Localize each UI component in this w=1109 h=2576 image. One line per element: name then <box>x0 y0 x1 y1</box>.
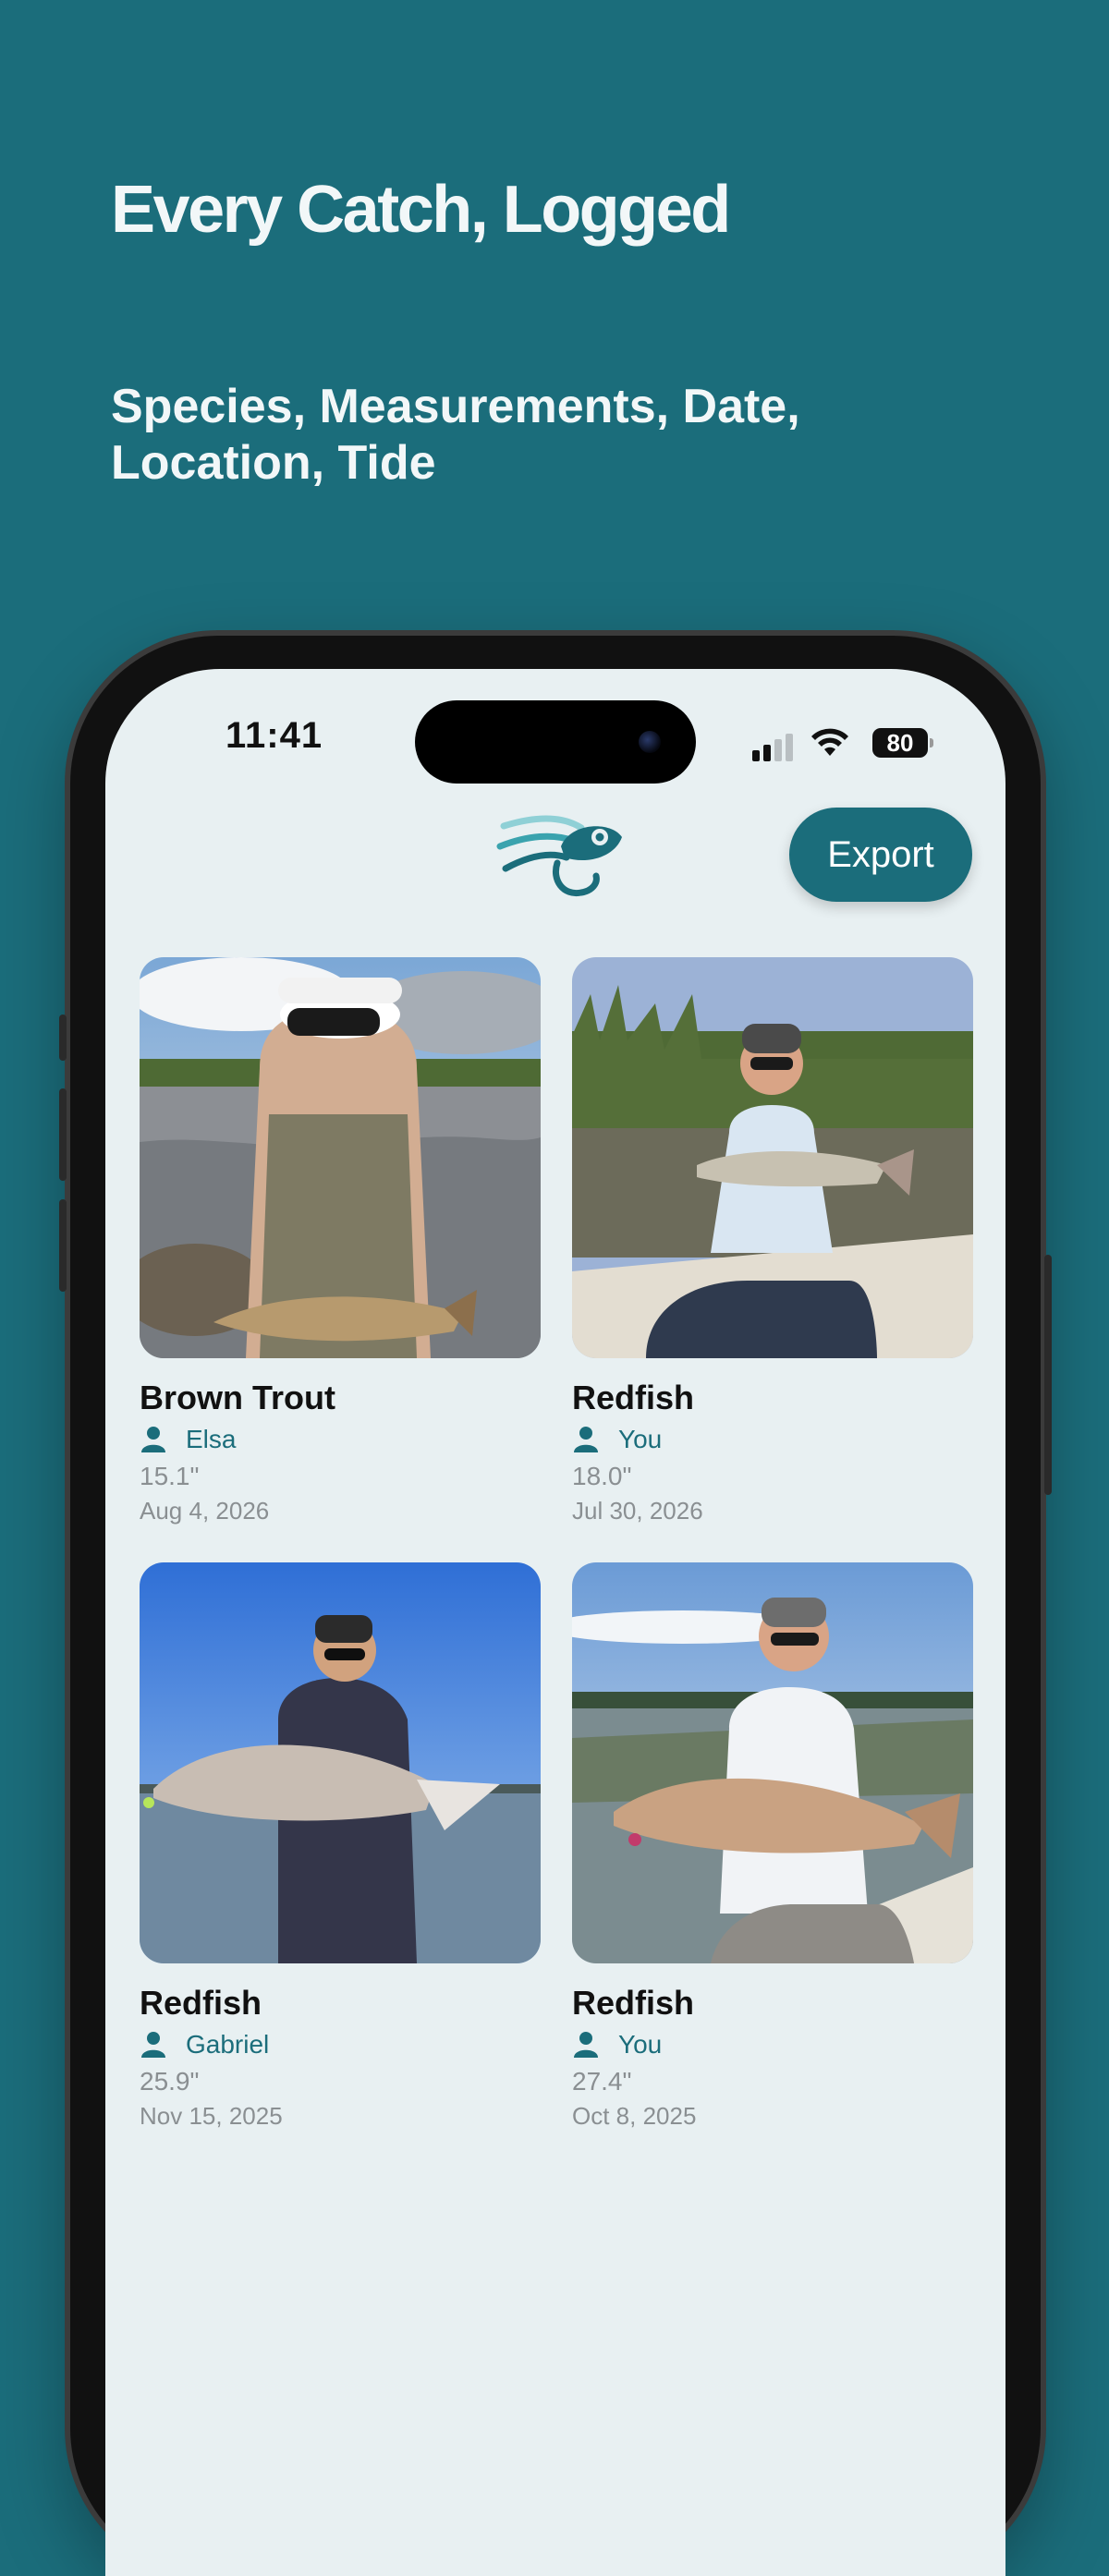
catch-photo[interactable] <box>572 1562 973 1963</box>
catch-angler-name: Elsa <box>186 1425 237 1453</box>
catch-photo[interactable] <box>572 957 973 1358</box>
dynamic-island <box>415 700 696 784</box>
app-screen: 11:41 80 Export Brown Trout Elsa 15.1" A… <box>105 669 1005 2576</box>
person-icon <box>141 1427 165 1452</box>
catch-card[interactable]: Redfish You 18.0" Jul 30, 2026 <box>572 957 973 1525</box>
camera-icon <box>639 731 661 753</box>
marketing-subhead: Species, Measurements, Date, Location, T… <box>111 380 800 490</box>
catch-card[interactable]: Redfish You 27.4" Oct 8, 2025 <box>572 1562 973 2131</box>
catch-angler: You <box>572 2030 973 2060</box>
catch-photo[interactable] <box>140 1562 541 1963</box>
catch-length: 15.1" <box>140 1462 200 1490</box>
phone-side-button <box>59 1015 67 1061</box>
marketing-headline: Every Catch, Logged <box>111 173 731 247</box>
catch-angler-name: You <box>618 1425 663 1453</box>
catch-photo[interactable] <box>140 957 541 1358</box>
person-icon <box>141 2032 165 2058</box>
catch-date: Aug 4, 2026 <box>140 1497 270 1525</box>
catch-angler-name: Gabriel <box>186 2030 270 2059</box>
catch-length: 18.0" <box>572 1462 632 1490</box>
catch-date: Oct 8, 2025 <box>572 2102 697 2130</box>
catch-angler: Gabriel <box>140 2030 541 2060</box>
catch-angler-name: You <box>618 2030 663 2059</box>
catch-date: Jul 30, 2026 <box>572 1497 703 1525</box>
person-icon <box>574 1427 598 1452</box>
signal-icon <box>752 734 797 761</box>
battery-icon: 80 <box>872 728 933 758</box>
catch-length: 27.4" <box>572 2067 632 2096</box>
status-time: 11:41 <box>225 715 323 756</box>
catch-length: 25.9" <box>140 2067 200 2096</box>
catch-card[interactable]: Redfish Gabriel 25.9" Nov 15, 2025 <box>140 1562 541 2131</box>
catch-date: Nov 15, 2025 <box>140 2102 283 2130</box>
wifi-icon <box>811 728 848 756</box>
phone-power-button <box>1044 1255 1052 1495</box>
export-button[interactable]: Export <box>789 808 972 902</box>
phone-frame: 11:41 80 Export Brown Trout Elsa 15.1" A… <box>59 636 1052 2576</box>
catch-card[interactable]: Brown Trout Elsa 15.1" Aug 4, 2026 <box>140 957 541 1525</box>
catch-angler: You <box>572 1425 973 1454</box>
phone-volume-down <box>59 1199 67 1292</box>
catch-angler: Elsa <box>140 1425 541 1454</box>
catch-species: Redfish <box>572 1984 695 2022</box>
catch-species: Redfish <box>140 1984 262 2022</box>
catch-species: Brown Trout <box>140 1379 335 1416</box>
phone-volume-up <box>59 1088 67 1181</box>
person-icon <box>574 2032 598 2058</box>
fish-logo-icon <box>496 815 622 897</box>
catch-species: Redfish <box>572 1379 695 1416</box>
